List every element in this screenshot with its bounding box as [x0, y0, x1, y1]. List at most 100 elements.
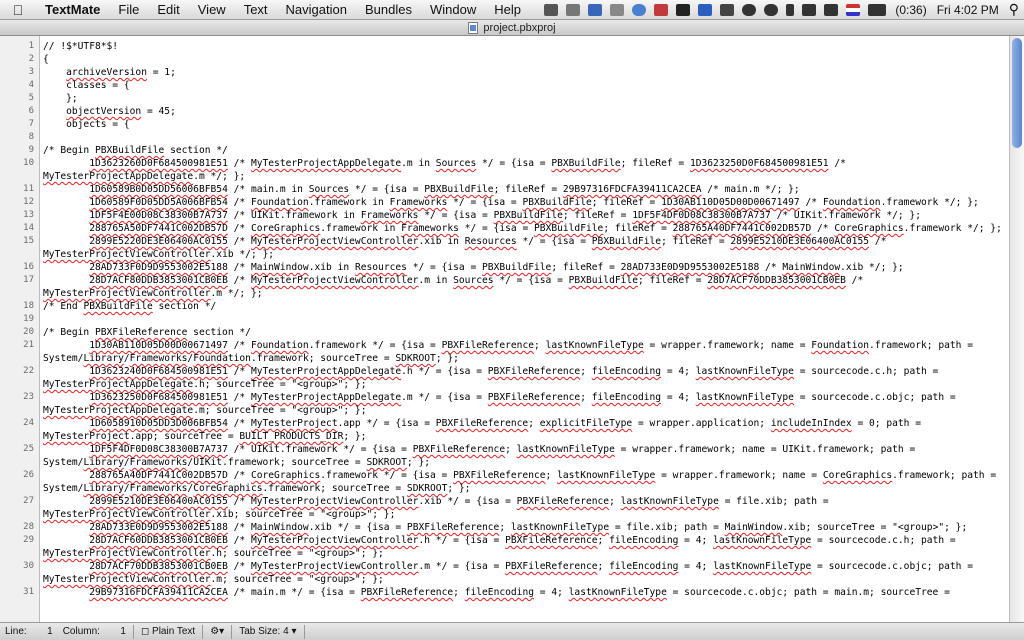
line-number: 31	[23, 587, 34, 597]
code-line[interactable]: 288765A50DF7441C002DB57D /* CoreGraphics…	[43, 222, 1002, 235]
status-app-icon[interactable]	[632, 3, 647, 16]
code-line[interactable]: 1D6058910D05DD3D006BFB54 /* MyTesterProj…	[43, 417, 921, 430]
code-line[interactable]: MyTesterProjectAppDelegate.m */; };	[43, 170, 245, 183]
language-selector[interactable]: ◻ Plain Text	[136, 626, 200, 637]
volume-icon[interactable]	[824, 3, 839, 16]
status-app-icon[interactable]	[544, 3, 559, 16]
sync-icon[interactable]	[742, 3, 757, 16]
gear-icon: ⚙▾	[210, 626, 225, 637]
line-number: 7	[28, 119, 34, 129]
code-line[interactable]: MyTesterProjectViewController.xib; sourc…	[43, 508, 395, 521]
column-value[interactable]: 1	[105, 626, 131, 637]
code-line[interactable]: {	[43, 53, 49, 66]
window-title-bar[interactable]: project.pbxproj	[0, 20, 1024, 36]
menu-bundles[interactable]: Bundles	[356, 2, 421, 17]
battery-time[interactable]: (0:36)	[890, 3, 931, 17]
menu-file[interactable]: File	[109, 2, 148, 17]
status-app-icon[interactable]	[654, 3, 669, 16]
code-line[interactable]: MyTesterProjectAppDelegate.h; sourceTree…	[43, 378, 366, 391]
code-line[interactable]: };	[43, 92, 78, 105]
document-icon[interactable]	[468, 21, 479, 34]
line-number: 24	[23, 418, 34, 428]
bluetooth-icon[interactable]	[786, 3, 795, 16]
code-line[interactable]: MyTesterProjectAppDelegate.m; sourceTree…	[43, 404, 366, 417]
status-app-icon[interactable]	[720, 3, 735, 16]
line-number: 26	[23, 470, 34, 480]
status-app-icon[interactable]	[610, 3, 625, 16]
menu-bar:  TextMate File Edit View Text Navigatio…	[0, 0, 1024, 20]
status-app-icon[interactable]	[566, 3, 581, 16]
line-label: Line:	[5, 626, 27, 637]
line-number: 12	[23, 197, 34, 207]
line-number: 20	[23, 327, 34, 337]
line-number: 30	[23, 561, 34, 571]
code-line[interactable]: /* Begin PBXFileReference section */	[43, 326, 251, 339]
line-number: 27	[23, 496, 34, 506]
code-line[interactable]: 2899E5220DE3E06400AC0155 /* MyTesterProj…	[43, 235, 886, 248]
line-number: 18	[23, 301, 34, 311]
code-line[interactable]: 2899E5210DE3E06400AC0155 /* MyTesterProj…	[43, 495, 828, 508]
code-line[interactable]: MyTesterProjectViewController.xib */; };	[43, 248, 274, 261]
code-line[interactable]: 1DF5F4E00D08C38300B7A737 /* UIKit.framew…	[43, 209, 921, 222]
code-line[interactable]: classes = {	[43, 79, 130, 92]
code-line[interactable]: MyTesterProjectViewController.h; sourceT…	[43, 547, 384, 560]
menu-view[interactable]: View	[189, 2, 235, 17]
gear-menu[interactable]: ⚙▾	[205, 626, 229, 637]
code-line[interactable]: 1D3623240D0F684500981E51 /* MyTesterProj…	[43, 365, 938, 378]
menu-navigation[interactable]: Navigation	[277, 2, 356, 17]
menu-text[interactable]: Text	[235, 2, 277, 17]
vertical-scrollbar[interactable]	[1009, 36, 1024, 622]
code-line[interactable]: /* End PBXBuildFile section */	[43, 300, 216, 313]
status-app-icon[interactable]	[676, 3, 691, 16]
code-line[interactable]: MyTesterProject.app; sourceTree = BUILT_…	[43, 430, 366, 443]
line-number: 4	[28, 80, 34, 90]
line-number: 23	[23, 392, 34, 402]
code-line[interactable]: System/Library/Frameworks/CoreGraphics.f…	[43, 482, 470, 495]
status-app-icon[interactable]	[588, 3, 603, 16]
scrollbar-thumb[interactable]	[1012, 38, 1022, 148]
code-line[interactable]: 1D3623250D0F684500981E51 /* MyTesterProj…	[43, 391, 955, 404]
menu-help[interactable]: Help	[485, 2, 530, 17]
code-line[interactable]: 28AD733E0D9D9553002E5188 /* MainWindow.x…	[43, 521, 967, 534]
editor: 1 2 3 4 5 6 7 8 9 10 11 12 13 14 15 16 17 18 19 20 21 22 23 24 2…	[0, 36, 1024, 622]
menu-window[interactable]: Window	[421, 2, 485, 17]
line-number: 16	[23, 262, 34, 272]
code-line[interactable]: /* Begin PBXBuildFile section */	[43, 144, 228, 157]
clock[interactable]: Fri 4:02 PM	[932, 3, 1004, 17]
spotlight-icon[interactable]: ⚲	[1004, 1, 1024, 18]
code-line[interactable]: objects = {	[43, 118, 130, 131]
line-value[interactable]: 1	[32, 626, 58, 637]
code-line[interactable]: 1D30AB110D05D00D00671497 /* Foundation.f…	[43, 339, 973, 352]
wifi-icon[interactable]	[802, 3, 817, 16]
code-line[interactable]: 29B97316FDCFA39411CA2CEA /* main.m */ = …	[43, 586, 950, 599]
code-line[interactable]: 28D7ACF80DDB3853001CB0EB /* MyTesterProj…	[43, 274, 863, 287]
line-number: 25	[23, 444, 34, 454]
code-line[interactable]: // !$*UTF8*$!	[43, 40, 118, 53]
tab-size-label: Tab Size:	[239, 626, 281, 637]
status-app-icon[interactable]	[698, 3, 713, 16]
menu-app-name[interactable]: TextMate	[36, 2, 109, 17]
battery-icon[interactable]	[868, 3, 887, 16]
menu-edit[interactable]: Edit	[148, 2, 188, 17]
code-line[interactable]: 1D60589B0D05DD56006BFB54 /* main.m in So…	[43, 183, 799, 196]
code-line[interactable]: objectVersion = 45;	[43, 105, 176, 118]
line-number-gutter[interactable]: 1 2 3 4 5 6 7 8 9 10 11 12 13 14 15 16 17 18 19 20 21 22 23 24 2…	[0, 36, 40, 622]
text-area[interactable]: // !$*UTF8*$!{ archiveVersion = 1; class…	[43, 36, 1009, 622]
apple-menu-icon[interactable]: 	[0, 2, 36, 18]
tab-size-selector[interactable]: Tab Size: 4 ▾	[234, 626, 301, 637]
code-line[interactable]: 1D60589F0D05DD5A006BFB54 /* Foundation.f…	[43, 196, 979, 209]
code-line[interactable]: MyTesterProjectViewController.m */; };	[43, 287, 263, 300]
code-line[interactable]: 1DF5F4DF0D08C38300B7A737 /* UIKit.framew…	[43, 443, 915, 456]
code-line[interactable]: 1D3623260D0F684500981E51 /* MyTesterProj…	[43, 157, 846, 170]
code-line[interactable]: 288765A40DF7441C002DB57D /* CoreGraphics…	[43, 469, 996, 482]
time-machine-icon[interactable]	[764, 3, 779, 16]
status-bar: Line: 1 Column: 1 ◻ Plain Text ⚙▾ Tab Si…	[0, 622, 1024, 640]
code-line[interactable]: 28AD733F0D9D9553002E5188 /* MainWindow.x…	[43, 261, 903, 274]
code-line[interactable]: System/Library/Frameworks/Foundation.fra…	[43, 352, 459, 365]
code-line[interactable]: System/Library/Frameworks/UIKit.framewor…	[43, 456, 430, 469]
code-line[interactable]: 28D7ACF60DDB3853001CB0EB /* MyTesterProj…	[43, 534, 955, 547]
code-line[interactable]: archiveVersion = 1;	[43, 66, 176, 79]
code-line[interactable]: 28D7ACF70DDB3853001CB0EB /* MyTesterProj…	[43, 560, 973, 573]
code-line[interactable]: MyTesterProjectViewController.m; sourceT…	[43, 573, 384, 586]
input-flag-icon[interactable]	[846, 3, 861, 16]
